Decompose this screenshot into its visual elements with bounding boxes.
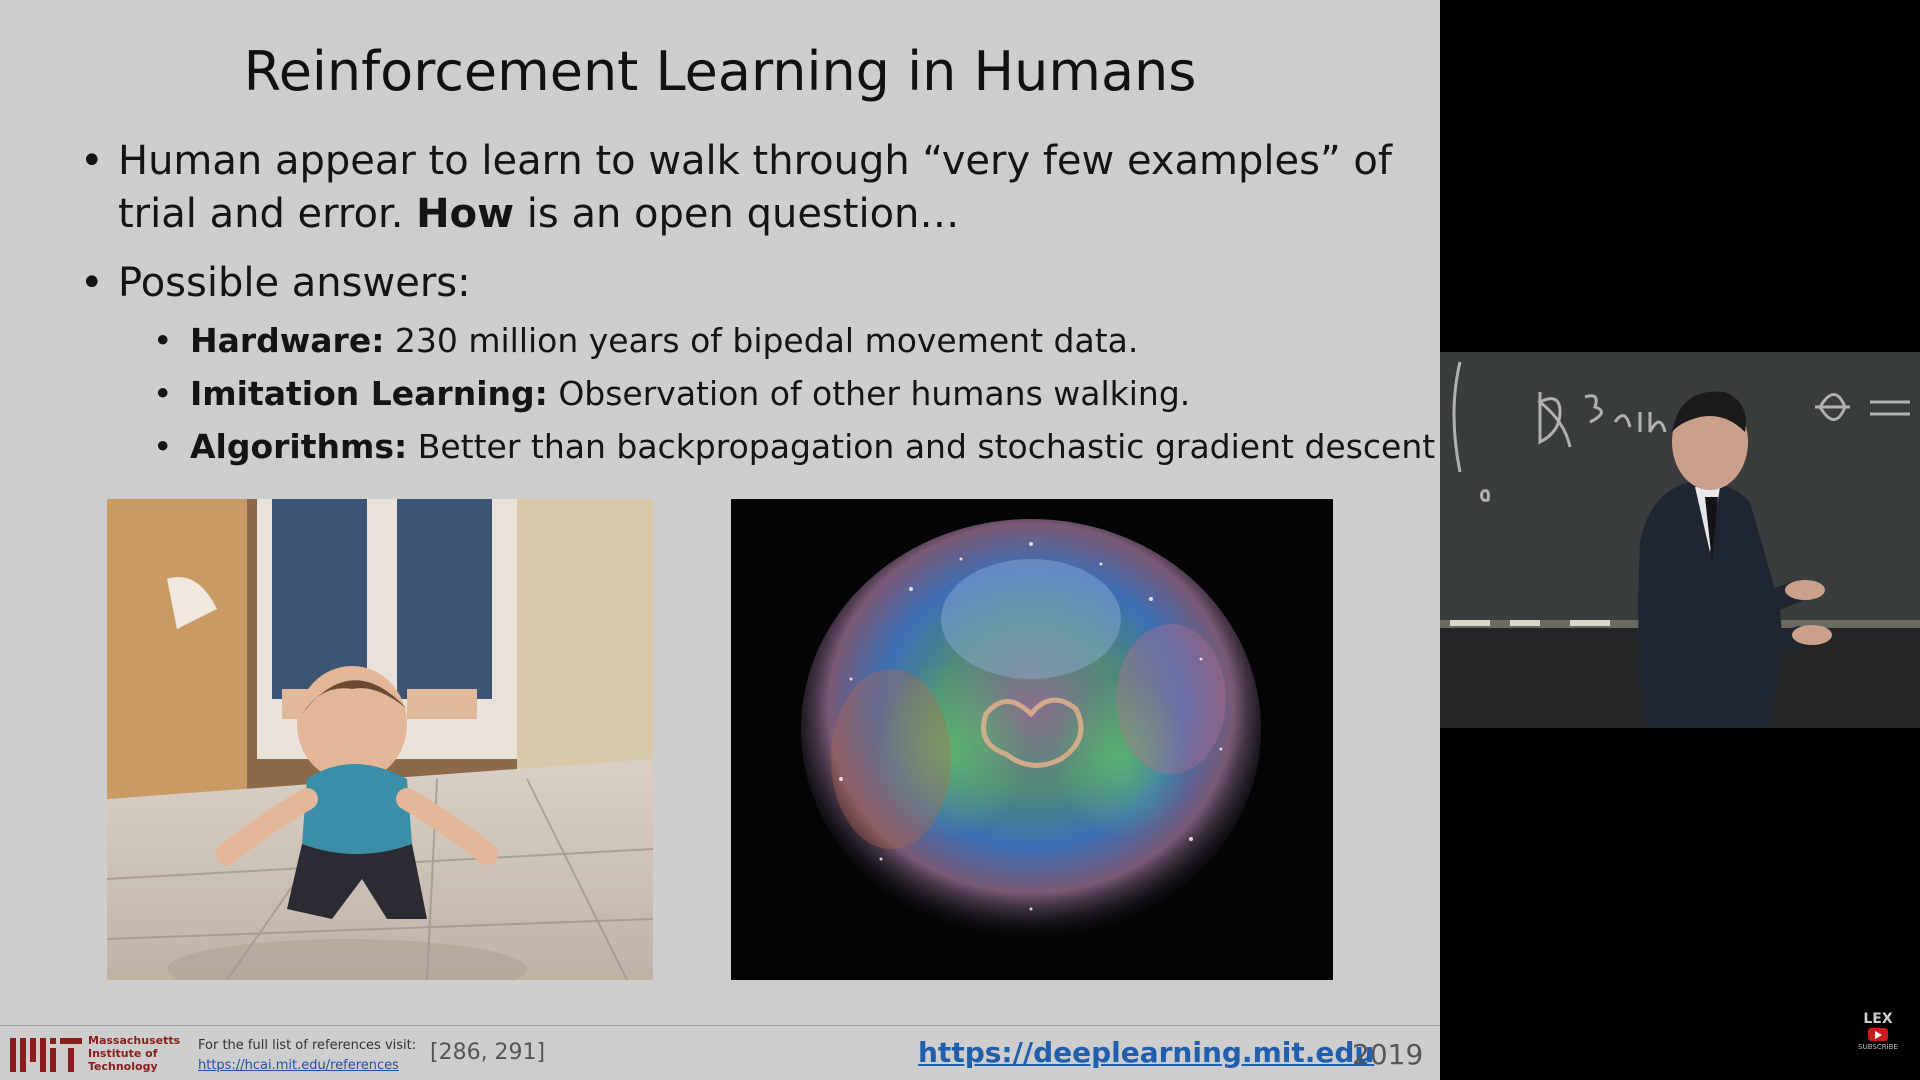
- channel-badge[interactable]: LEX SUBSCRIBE: [1856, 1012, 1900, 1051]
- bullet-line-1: Human appear to learn to walk through “v…: [118, 138, 1392, 184]
- answer-text: Imitation Learning: Observation of other…: [190, 374, 1190, 414]
- answer-label: Algorithms:: [190, 427, 408, 466]
- institution-line-2: Institute of: [88, 1047, 158, 1060]
- answer-body: Observation of other humans walking.: [547, 374, 1191, 413]
- mit-logo-icon: [10, 1038, 82, 1072]
- reference-numbers: [286, 291]: [430, 1040, 546, 1065]
- brain-connectome-illustration: [801, 519, 1261, 939]
- brain-connectome-image: [731, 499, 1333, 980]
- answer-text: Algorithms: Better than backpropagation …: [190, 427, 1435, 467]
- answer-body: Better than backpropagation and stochast…: [407, 427, 1436, 466]
- references-link[interactable]: https://hcai.mit.edu/references: [198, 1058, 399, 1073]
- bullet-text: Possible answers:: [118, 260, 471, 306]
- answer-body: 230 million years of bipedal movement da…: [384, 321, 1139, 360]
- answer-label: Imitation Learning:: [190, 374, 548, 413]
- channel-name: LEX: [1863, 1011, 1893, 1027]
- sub-bullet-dot: •: [153, 374, 173, 413]
- bullet-line-2: trial and error. How is an open question…: [118, 188, 1408, 241]
- bullet-line-2-prefix: trial and error.: [118, 191, 417, 237]
- bullet-line-2-suffix: is an open question…: [514, 191, 960, 237]
- sub-bullet-dot: •: [153, 321, 173, 360]
- institution-line-3: Technology: [88, 1060, 158, 1073]
- lecturer-scene-illustration: [1440, 352, 1920, 728]
- presentation-slide: Reinforcement Learning in Humans • Human…: [0, 0, 1440, 1080]
- subscribe-label: SUBSCRIBE: [1858, 1043, 1898, 1051]
- bullet-dot: •: [80, 260, 104, 306]
- answer-label: Hardware:: [190, 321, 385, 360]
- lecturer-video: [1440, 352, 1920, 728]
- slide-footer: Massachusetts Institute of Technology Fo…: [0, 1026, 1440, 1080]
- bullet-line-2-bold: How: [416, 191, 515, 237]
- slide-title: Reinforcement Learning in Humans: [243, 40, 1197, 103]
- baby-walking-illustration: [107, 499, 653, 980]
- youtube-play-icon: [1868, 1028, 1888, 1041]
- references-label: For the full list of references visit:: [198, 1038, 417, 1053]
- baby-walking-photo: [107, 499, 653, 980]
- mit-institution-name: Massachusetts Institute of Technology: [88, 1034, 180, 1073]
- sub-bullet-dot: •: [153, 427, 173, 466]
- bullet-text: Human appear to learn to walk through “v…: [118, 135, 1408, 241]
- course-site-link[interactable]: https://deeplearning.mit.edu: [918, 1036, 1374, 1069]
- course-year: 2019: [1352, 1038, 1424, 1071]
- institution-line-1: Massachusetts: [88, 1034, 181, 1047]
- answer-text: Hardware: 230 million years of bipedal m…: [190, 321, 1138, 361]
- bullet-dot: •: [80, 138, 104, 184]
